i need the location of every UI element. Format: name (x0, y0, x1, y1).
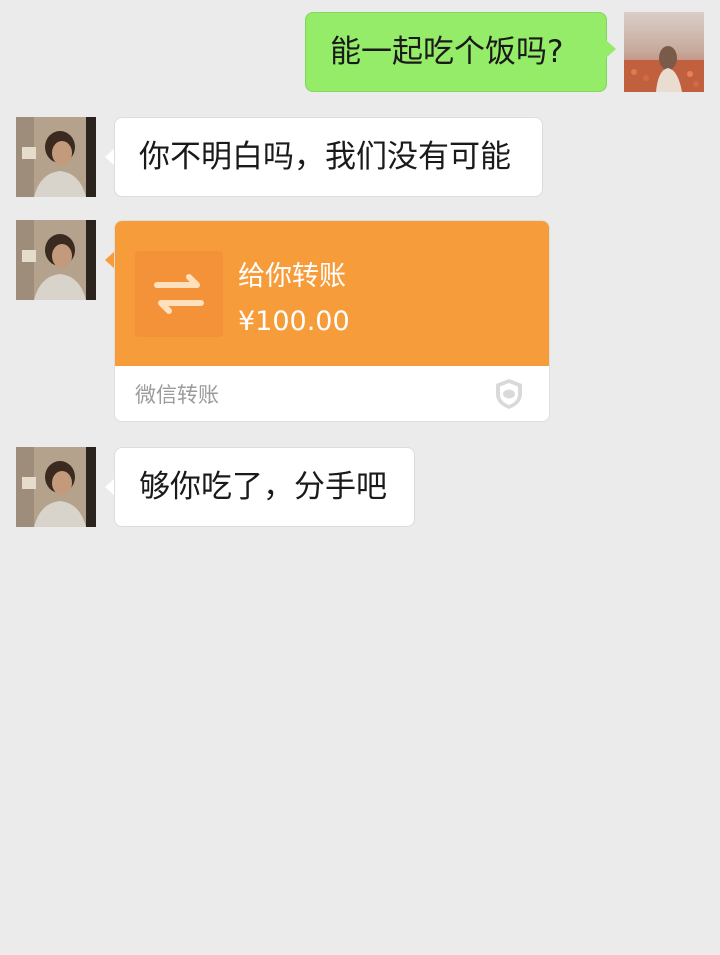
message-text: 够你吃了，分手吧 (139, 469, 387, 505)
shield-icon (493, 377, 525, 411)
chat-window: 能一起吃个饭吗? 你不明白吗，我们没有可能 给你转账 ¥100.00 微信转账 … (0, 0, 720, 955)
transfer-label: 微信转账 (135, 383, 219, 407)
my-avatar[interactable] (624, 12, 704, 92)
transfer-card-header: 给你转账 ¥100.00 (115, 221, 549, 366)
incoming-message-bubble[interactable]: 你不明白吗，我们没有可能 (114, 117, 543, 197)
transfer-arrows-icon (135, 251, 223, 337)
contact-avatar[interactable] (16, 117, 96, 197)
contact-avatar[interactable] (16, 447, 96, 527)
incoming-message-bubble[interactable]: 够你吃了，分手吧 (114, 447, 415, 527)
outgoing-message-bubble[interactable]: 能一起吃个饭吗? (305, 12, 607, 92)
transfer-card-footer: 微信转账 (115, 366, 549, 421)
transfer-amount: ¥100.00 (238, 306, 350, 337)
contact-avatar[interactable] (16, 220, 96, 300)
transfer-title: 给你转账 (238, 261, 346, 292)
transfer-card[interactable]: 给你转账 ¥100.00 微信转账 (114, 220, 550, 422)
message-text: 能一起吃个饭吗? (330, 34, 564, 70)
bubble-tail (606, 40, 616, 58)
message-text: 你不明白吗，我们没有可能 (139, 139, 511, 175)
